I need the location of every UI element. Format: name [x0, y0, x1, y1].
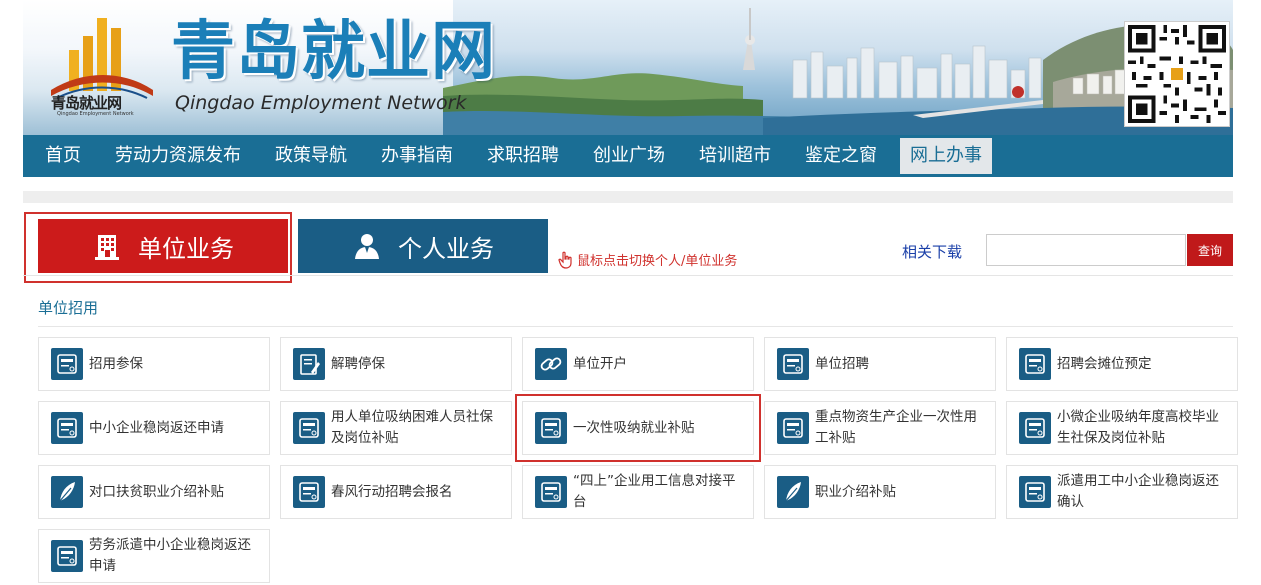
switch-hint: 鼠标点击切换个人/单位业务 [558, 250, 737, 269]
logo-text-cn: 青岛就业网 [51, 94, 122, 112]
site-subtitle: Qingdao Employment Network [175, 92, 467, 114]
service-card[interactable]: 春风行动招聘会报名 [280, 465, 512, 519]
link-icon [535, 348, 567, 380]
edit-document-icon [293, 348, 325, 380]
nav-item-certification[interactable]: 鉴定之窗 [788, 135, 894, 177]
service-card-label: 劳务派遣中小企业稳岗返还申请 [89, 537, 251, 574]
service-card-label: 职业介绍补贴 [815, 483, 896, 500]
service-card-label: 一次性吸纳就业补贴 [573, 419, 695, 436]
logo-text-en: Qingdao Employment Network [57, 111, 134, 117]
tab-divider [23, 275, 1233, 276]
header-banner: 青岛就业网 Qingdao Employment Network 青岛就业网 Q… [23, 0, 1233, 135]
search-button[interactable]: 查询 [1187, 234, 1233, 266]
service-card-label: 招聘会摊位预定 [1057, 355, 1152, 372]
document-icon [51, 540, 83, 572]
service-card-label: 派遣用工中小企业稳岗返还确认 [1057, 473, 1219, 510]
service-card[interactable]: 用人单位吸纳困难人员社保及岗位补贴 [280, 401, 512, 455]
section-divider [38, 326, 1233, 327]
divider-bar [23, 191, 1233, 203]
service-card-label: 单位招聘 [815, 355, 869, 372]
nav-item-labor-resources[interactable]: 劳动力资源发布 [98, 135, 258, 177]
personal-business-tab[interactable]: 个人业务 [298, 219, 548, 273]
nav-item-guide[interactable]: 办事指南 [364, 135, 470, 177]
service-card-label: 中小企业稳岗返还申请 [89, 419, 224, 436]
service-card[interactable]: 重点物资生产企业一次性用工补贴 [764, 401, 996, 455]
service-card[interactable]: 对口扶贫职业介绍补贴 [38, 465, 270, 519]
document-icon [51, 412, 83, 444]
service-card[interactable]: 招聘会摊位预定 [1006, 337, 1238, 391]
service-card-label: 小微企业吸纳年度高校毕业生社保及岗位补贴 [1057, 409, 1219, 446]
related-downloads-link[interactable]: 相关下载 [902, 241, 962, 262]
service-card-label: 招用参保 [89, 355, 143, 372]
search-input[interactable] [986, 234, 1186, 266]
person-icon [355, 234, 379, 259]
nav-item-jobs[interactable]: 求职招聘 [470, 135, 576, 177]
service-card-label: 春风行动招聘会报名 [331, 483, 453, 500]
service-card[interactable]: 解聘停保 [280, 337, 512, 391]
nav-item-policy[interactable]: 政策导航 [258, 135, 364, 177]
document-icon [293, 476, 325, 508]
unit-business-label: 单位业务 [138, 234, 234, 263]
switch-hint-text: 鼠标点击切换个人/单位业务 [577, 254, 738, 269]
building-icon [95, 235, 119, 260]
document-icon [1019, 412, 1051, 444]
document-icon [293, 412, 325, 444]
document-icon [535, 412, 567, 444]
service-card[interactable]: 单位招聘 [764, 337, 996, 391]
city-skyline-image [443, 8, 1233, 135]
nav-item-online-service[interactable]: 网上办事 [900, 138, 992, 174]
document-icon [51, 348, 83, 380]
service-card[interactable]: 中小企业稳岗返还申请 [38, 401, 270, 455]
qr-code-icon [1125, 22, 1229, 126]
service-card-label: 对口扶贫职业介绍补贴 [89, 483, 224, 500]
document-icon [777, 348, 809, 380]
service-card-label: 重点物资生产企业一次性用工补贴 [815, 409, 977, 446]
service-card-label: “四上”企业用工信息对接平台 [573, 473, 736, 510]
service-card[interactable]: 小微企业吸纳年度高校毕业生社保及岗位补贴 [1006, 401, 1238, 455]
service-card[interactable]: 职业介绍补贴 [764, 465, 996, 519]
service-card[interactable]: 单位开户 [522, 337, 754, 391]
service-card[interactable]: 招用参保 [38, 337, 270, 391]
section-title: 单位招用 [38, 299, 99, 317]
unit-business-tab[interactable]: 单位业务 [38, 219, 288, 273]
feather-icon [777, 476, 809, 508]
service-card[interactable]: 劳务派遣中小企业稳岗返还申请 [38, 529, 270, 583]
service-card[interactable]: 派遣用工中小企业稳岗返还确认 [1006, 465, 1238, 519]
main-nav: 首页 劳动力资源发布 政策导航 办事指南 求职招聘 创业广场 培训超市 鉴定之窗… [23, 135, 1233, 177]
service-card-label: 解聘停保 [331, 355, 385, 372]
service-card-label: 单位开户 [573, 355, 627, 372]
service-card-label: 用人单位吸纳困难人员社保及岗位补贴 [331, 409, 493, 446]
site-title: 青岛就业网 [171, 15, 496, 89]
feather-icon [51, 476, 83, 508]
service-card[interactable]: 一次性吸纳就业补贴 [515, 394, 761, 462]
nav-item-home[interactable]: 首页 [23, 135, 98, 177]
document-icon [535, 476, 567, 508]
document-icon [1019, 476, 1051, 508]
personal-business-label: 个人业务 [398, 234, 494, 263]
pointer-hand-icon [558, 251, 572, 269]
nav-item-training[interactable]: 培训超市 [682, 135, 788, 177]
document-icon [1019, 348, 1051, 380]
document-icon [777, 412, 809, 444]
nav-item-startup[interactable]: 创业广场 [576, 135, 682, 177]
service-card[interactable]: “四上”企业用工信息对接平台 [522, 465, 754, 519]
